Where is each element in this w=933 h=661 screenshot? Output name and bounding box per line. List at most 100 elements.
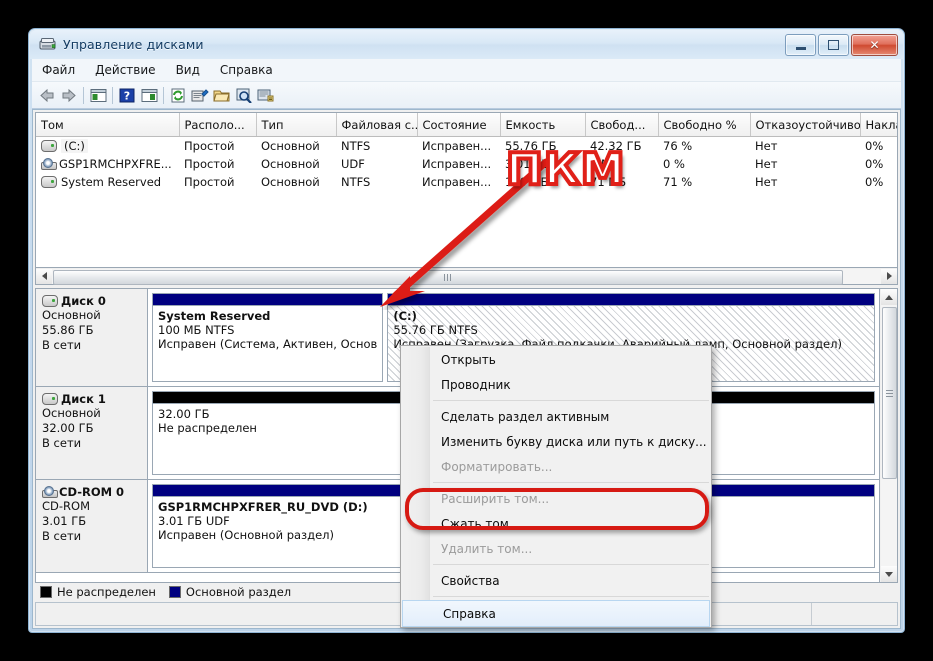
partition-cap: [387, 293, 875, 305]
ctx-explorer[interactable]: Проводник: [401, 372, 711, 397]
partition-label: System Reserved: [158, 309, 271, 323]
show-hide-action-pane-icon[interactable]: [138, 85, 160, 106]
toolbar: ?: [32, 82, 901, 109]
ctx-separator-3: [433, 564, 709, 565]
scroll-right-button[interactable]: [881, 268, 897, 284]
partition-cap: [152, 293, 384, 305]
hdd-icon: [42, 295, 58, 307]
ctx-mark-partition-active[interactable]: Сделать раздел активным: [401, 404, 711, 429]
maximize-icon: [828, 40, 839, 50]
disk-size: 55.86 ГБ: [42, 323, 94, 337]
ctx-help[interactable]: Справка: [402, 600, 710, 627]
menu-file[interactable]: Файл: [32, 60, 85, 80]
cell-filesystem: NTFS: [341, 175, 371, 189]
cell-filesystem: UDF: [341, 157, 365, 171]
column-header-layout[interactable]: Располо...: [179, 113, 257, 137]
horizontal-scroll-track[interactable]: [52, 268, 881, 285]
toolbar-separator-3: [163, 86, 164, 104]
column-header-free[interactable]: Свобод...: [585, 113, 659, 137]
column-header-capacity[interactable]: Емкость: [500, 113, 586, 137]
column-header-free-pct[interactable]: Свободно %: [658, 113, 751, 137]
disk-name: CD-ROM 0: [59, 485, 125, 499]
show-hide-console-tree-icon[interactable]: [87, 85, 109, 106]
horizontal-scrollbar[interactable]: [35, 268, 898, 285]
column-header-volume[interactable]: Том: [36, 113, 180, 137]
search-icon[interactable]: [233, 85, 255, 106]
vertical-scroll-thumb[interactable]: [881, 307, 897, 479]
cell-type: Основной: [261, 139, 320, 153]
scroll-left-button[interactable]: [36, 268, 52, 284]
toolbar-separator-2: [112, 86, 113, 104]
minimize-icon: [795, 46, 806, 50]
close-button[interactable]: ✕: [851, 34, 898, 56]
ctx-separator-2: [433, 482, 709, 483]
cell-free-pct: 0 %: [663, 157, 685, 171]
chevron-left-icon: [41, 272, 47, 280]
table-row[interactable]: System Reserved Простой Основной NTFS Ис…: [36, 173, 897, 191]
forward-arrow-icon[interactable]: [58, 85, 80, 106]
chevron-up-icon: [884, 294, 893, 300]
column-header-overhead[interactable]: Накла: [860, 113, 897, 137]
status-panel-third: [812, 603, 897, 625]
ctx-open[interactable]: Открыть: [401, 347, 711, 372]
volume-table-header-row: Том Располо... Тип Файловая с... Состоян…: [36, 113, 897, 137]
pkm-annotation-label: ПКМ: [504, 144, 627, 195]
vertical-scroll-track[interactable]: [880, 305, 897, 566]
cell-overhead: 0%: [865, 139, 884, 153]
volume-name: (C:): [61, 139, 88, 153]
disk-type: CD-ROM: [42, 499, 90, 513]
hdd-icon: [42, 393, 58, 405]
scroll-down-button[interactable]: [880, 566, 897, 582]
maximize-button[interactable]: [818, 34, 849, 56]
ctx-separator-1: [433, 400, 709, 401]
cell-status: Исправен...: [422, 139, 492, 153]
cell-layout: Простой: [184, 175, 235, 189]
volume-name: System Reserved: [61, 175, 162, 189]
ctx-change-drive-letter[interactable]: Изменить букву диска или путь к диску...: [401, 429, 711, 454]
ctx-properties[interactable]: Свойства: [401, 568, 711, 593]
cell-layout: Простой: [184, 139, 235, 153]
menu-help[interactable]: Справка: [210, 60, 283, 80]
disk-size: 3.01 ГБ: [42, 514, 87, 528]
disk-state: В сети: [42, 436, 82, 450]
disk-name: Диск 0: [61, 294, 106, 308]
vertical-scrollbar[interactable]: [879, 289, 897, 582]
volume-table: Том Располо... Тип Файловая с... Состоян…: [36, 113, 897, 191]
disk-management-icon: [39, 37, 57, 52]
column-header-status[interactable]: Состояние: [417, 113, 501, 137]
partition-system-reserved[interactable]: System Reserved 100 МБ NTFS Исправен (Си…: [152, 293, 384, 382]
refresh-icon[interactable]: [167, 85, 189, 106]
cell-free-pct: 71 %: [663, 175, 693, 189]
rescan-disks-icon[interactable]: [255, 85, 277, 106]
menu-action[interactable]: Действие: [85, 60, 165, 80]
cell-fault-tol: Нет: [755, 157, 778, 171]
horizontal-scroll-thumb[interactable]: [53, 269, 843, 285]
ctx-separator-4: [433, 596, 709, 597]
disk-type: Основной: [42, 406, 101, 420]
volume-name: GSP1RMCHPXFRE...: [59, 157, 172, 171]
cell-volume: System Reserved: [36, 173, 179, 191]
menu-view[interactable]: Вид: [166, 60, 210, 80]
context-menu: Открыть Проводник Сделать раздел активны…: [400, 345, 712, 628]
disk-type: Основной: [42, 308, 101, 322]
cell-volume: GSP1RMCHPXFRE...: [36, 155, 179, 173]
cell-free-pct: 76 %: [663, 139, 693, 153]
minimize-button[interactable]: [785, 34, 816, 56]
back-arrow-icon[interactable]: [36, 85, 58, 106]
ctx-shrink-volume[interactable]: Сжать том...: [401, 511, 711, 536]
help-question-icon[interactable]: ?: [116, 85, 138, 106]
table-row[interactable]: (C:) Простой Основной NTFS Исправен... 5…: [36, 137, 897, 156]
column-header-filesystem[interactable]: Файловая с...: [336, 113, 418, 137]
open-folder-icon[interactable]: [211, 85, 233, 106]
disk-header-0[interactable]: Диск 0 Основной 55.86 ГБ В сети: [36, 289, 148, 386]
properties-icon[interactable]: [189, 85, 211, 106]
cell-fault-tol: Нет: [755, 139, 778, 153]
legend-swatch-unallocated: [40, 585, 52, 598]
scroll-up-button[interactable]: [880, 289, 897, 305]
column-header-type[interactable]: Тип: [256, 113, 337, 137]
table-row[interactable]: GSP1RMCHPXFRE... Простой Основной UDF Ис…: [36, 155, 897, 173]
ctx-extend-volume: Расширить том...: [441, 491, 550, 506]
column-header-fault-tol[interactable]: Отказоустойчиво...: [750, 113, 861, 137]
disk-header-1[interactable]: Диск 1 Основной 32.00 ГБ В сети: [36, 387, 148, 479]
disk-header-2[interactable]: CD-ROM 0 CD-ROM 3.01 ГБ В сети: [36, 480, 148, 572]
